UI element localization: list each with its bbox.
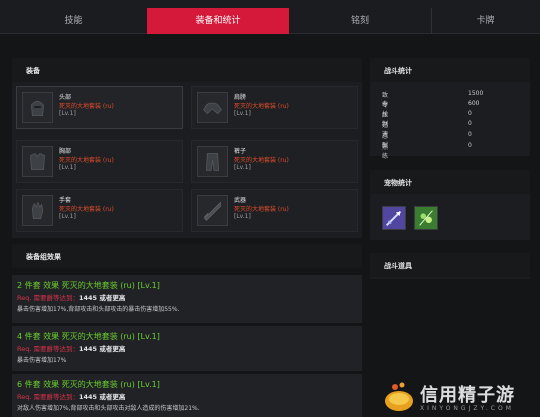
set-effect-requirement: Req. 需要爵等达到：1445 或者更高: [17, 393, 126, 401]
equipment-slot-shoulder[interactable]: 肩膀 死灭的大地套装 (ru) [Lv.1]: [191, 86, 358, 129]
combat-items-title: 战斗道具: [384, 262, 412, 270]
set-effect-title: 2 件套 效果 死灭的大地套装 (ru) [Lv.1]: [17, 281, 160, 290]
equipment-slot-gloves[interactable]: 手套 死灭的大地套装 (ru) [Lv.1]: [16, 189, 183, 232]
slot-item-name: 死灭的大地套装 (ru): [234, 206, 289, 213]
slot-item-level: [Lv.1]: [59, 110, 76, 117]
slot-type-label: 武器: [234, 197, 247, 204]
pet-skill-nature-icon[interactable]: [414, 206, 438, 230]
combat-stats-panel: 战斗统计: [370, 58, 530, 156]
equipment-panel-title: 装备: [26, 67, 40, 75]
set-effect-2piece: 2 件套 效果 死灭的大地套装 (ru) [Lv.1] Req. 需要爵等达到：…: [12, 275, 362, 323]
equipment-slot-head[interactable]: 头部 死灭的大地套装 (ru) [Lv.1]: [16, 86, 183, 129]
slot-item-name: 死灭的大地套装 (ru): [59, 157, 114, 164]
equipment-slot-chest[interactable]: 胸部 死灭的大地套装 (ru) [Lv.1]: [16, 140, 183, 183]
combat-stats-header: 战斗统计: [370, 58, 530, 82]
set-effect-description: 对敌人伤害增加7%,背部攻击和头部攻击对敌人造成的伤害增加21%.: [17, 405, 200, 412]
watermark-logo-icon: [385, 382, 413, 411]
tab-engravings[interactable]: 铭刻: [289, 8, 431, 34]
watermark: 信用精子游 XINYONGJZY.COM: [378, 377, 540, 417]
set-effects-panel: 装备组效果: [12, 244, 362, 268]
slot-item-level: [Lv.1]: [59, 164, 76, 171]
slot-item-name: 死灭的大地套装 (ru): [234, 103, 289, 110]
tab-bar: 技能 装备和统计 铭刻 卡牌: [0, 0, 540, 34]
set-effect-4piece: 4 件套 效果 死灭的大地套装 (ru) [Lv.1] Req. 需要爵等达到：…: [12, 326, 362, 371]
equipment-panel-header: 装备: [12, 58, 362, 82]
set-effect-requirement: Req. 需要爵等达到：1445 或者更高: [17, 294, 126, 302]
gloves-icon: [22, 195, 53, 226]
set-effect-title: 4 件套 效果 死灭的大地套装 (ru) [Lv.1]: [17, 332, 160, 341]
equipment-slot-pants[interactable]: 裤子 死灭的大地套装 (ru) [Lv.1]: [191, 140, 358, 183]
combat-items-panel: 战斗道具: [370, 253, 530, 279]
slot-type-label: 肩膀: [234, 94, 247, 101]
slot-item-level: [Lv.1]: [234, 110, 251, 117]
slot-type-label: 胸部: [59, 148, 72, 155]
set-effects-header: 装备组效果: [12, 244, 362, 268]
weapon-icon: [197, 195, 228, 226]
set-effect-6piece: 6 件套 效果 死灭的大地套装 (ru) [Lv.1] Req. 需要爵等达到：…: [12, 374, 362, 417]
pet-skill-arrow-icon[interactable]: [382, 206, 406, 230]
equipment-slot-weapon[interactable]: 武器 死灭的大地套装 (ru) [Lv.1]: [191, 189, 358, 232]
slot-item-name: 死灭的大地套装 (ru): [59, 103, 114, 110]
slot-item-level: [Lv.1]: [234, 164, 251, 171]
slot-item-name: 死灭的大地套装 (ru): [234, 157, 289, 164]
set-effects-title: 装备组效果: [26, 253, 61, 261]
pet-stats-title: 宠物统计: [384, 179, 412, 187]
slot-item-level: [Lv.1]: [234, 213, 251, 220]
slot-type-label: 手套: [59, 197, 72, 204]
watermark-text: 信用精子游: [420, 385, 515, 406]
combat-stats-title: 战斗统计: [384, 67, 412, 75]
pet-stats-header: 宠物统计: [370, 170, 530, 194]
slot-item-level: [Lv.1]: [59, 213, 76, 220]
set-effect-title: 6 件套 效果 死灭的大地套装 (ru) [Lv.1]: [17, 380, 160, 389]
helmet-icon: [22, 92, 53, 123]
set-effect-description: 暴击伤害增加17%: [17, 357, 67, 364]
tab-skills[interactable]: 技能: [0, 8, 147, 34]
chest-armor-icon: [22, 146, 53, 177]
pants-icon: [197, 146, 228, 177]
tab-cards[interactable]: 卡牌: [431, 8, 540, 34]
watermark-subtext: XINYONGJZY.COM: [420, 405, 514, 412]
slot-type-label: 裤子: [234, 148, 247, 155]
slot-type-label: 头部: [59, 94, 72, 101]
combat-items-header: 战斗道具: [370, 253, 530, 277]
slot-item-name: 死灭的大地套装 (ru): [59, 206, 114, 213]
shoulder-armor-icon: [197, 92, 228, 123]
set-effect-requirement: Req. 需要爵等达到：1445 或者更高: [17, 345, 126, 353]
tab-equipment-stats[interactable]: 装备和统计: [147, 8, 289, 34]
set-effect-description: 暴击伤害增加17%,背部攻击和头部攻击的暴击伤害增加55%.: [17, 306, 180, 313]
